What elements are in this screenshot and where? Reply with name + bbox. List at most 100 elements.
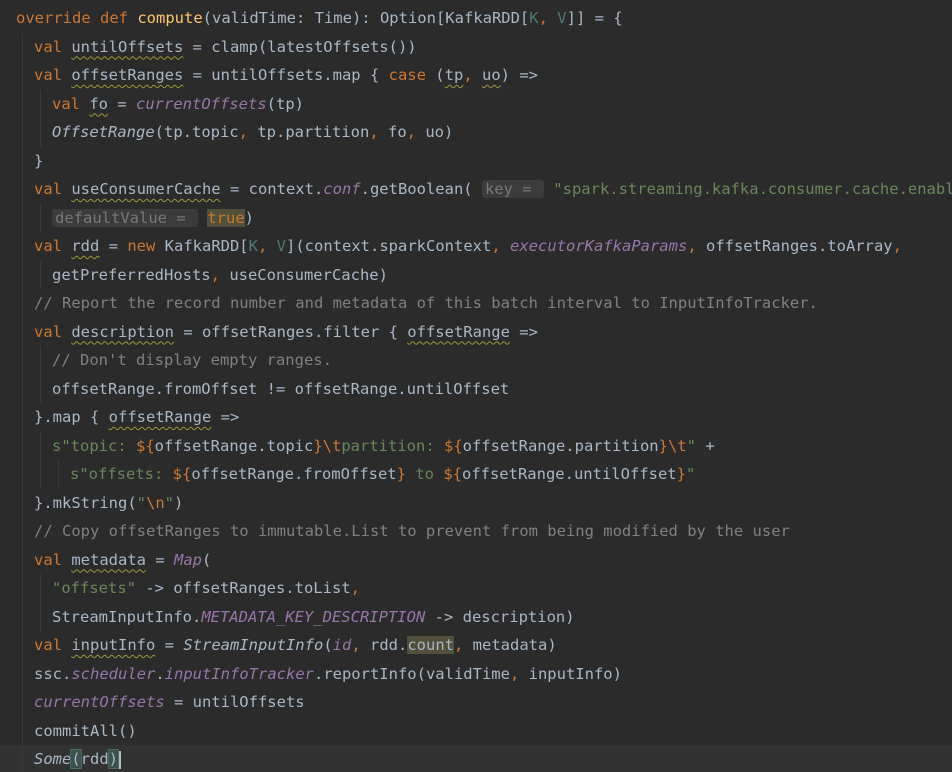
code-editor[interactable]: override def compute(validTime: Time): O… (0, 0, 952, 772)
code-token: => (211, 408, 240, 426)
code-line[interactable]: val untilOffsets = clamp(latestOffsets()… (0, 32, 952, 61)
code-token: StreamInputInfo (183, 636, 324, 654)
code-token: useConsumerCache) (229, 265, 388, 284)
indent-guide (22, 232, 23, 261)
indent-guide (40, 374, 41, 403)
code-token: ]] = { (566, 9, 623, 27)
code-token: ](context.sparkContext (286, 237, 492, 255)
code-token: offsetRange.topic (154, 436, 314, 455)
code-token: , (351, 636, 370, 654)
code-token: , (491, 237, 510, 255)
code-token: = (145, 550, 174, 569)
code-line[interactable]: offsetRange.fromOffset != offsetRange.un… (0, 374, 952, 403)
code-token: s"offsets: (70, 465, 173, 483)
code-line[interactable]: s"topic: ${offsetRange.topic}\tpartition… (0, 431, 952, 460)
code-token: val (34, 37, 72, 56)
code-token: uo (481, 66, 501, 84)
code-line[interactable]: val description = offsetRanges.filter { … (0, 317, 952, 346)
code-line[interactable]: defaultValue = true) (0, 203, 952, 232)
code-token: OffsetRange (52, 123, 155, 141)
indent-guide (22, 602, 23, 631)
indent-guide (22, 716, 23, 745)
code-token: , (687, 237, 706, 255)
code-line[interactable]: val inputInfo = StreamInputInfo(id, rdd.… (0, 631, 952, 660)
code-token: new (127, 237, 165, 255)
indent-guide (22, 346, 23, 375)
code-line[interactable]: s"offsets: ${offsetRange.fromOffset} to … (0, 460, 952, 489)
code-token: .reportInfo(validTime (313, 664, 510, 683)
code-token: tp.partition (257, 123, 370, 141)
code-token: " (136, 493, 146, 512)
code-line[interactable]: Some(rdd) (0, 745, 952, 772)
code-line[interactable]: val fo = currentOffsets(tp) (0, 89, 952, 118)
code-token: METADATA_KEY_DESCRIPTION (201, 607, 426, 626)
code-token: fo (89, 94, 108, 113)
indent-guide (22, 488, 23, 517)
code-line[interactable]: OffsetRange(tp.topic, tp.partition, fo, … (0, 118, 952, 147)
code-line[interactable]: "offsets" -> offsetRanges.toList, (0, 574, 952, 603)
code-line[interactable]: // Report the record number and metadata… (0, 289, 952, 318)
indent-guide (22, 118, 23, 147)
indent-guide (22, 745, 23, 772)
code-line[interactable]: }.mkString("\n") (0, 488, 952, 517)
code-token: ) (107, 749, 120, 769)
code-token: (validTime: Time): Option[KafkaRDD[ (202, 9, 530, 27)
code-token: scheduler (71, 664, 156, 683)
code-token: \n (146, 493, 165, 512)
indent-guide (22, 146, 23, 175)
code-token: \t (667, 436, 687, 455)
indent-guide (22, 403, 23, 432)
code-token: val (52, 94, 90, 113)
code-token: rdd (80, 750, 109, 768)
code-token: . (155, 664, 165, 683)
indent-guide (22, 688, 23, 717)
code-token: , (238, 123, 258, 141)
code-token: tp (444, 66, 464, 84)
indent-guide (22, 659, 23, 688)
code-line[interactable]: // Don't display empty ranges. (0, 346, 952, 375)
code-token: = (108, 94, 136, 113)
indent-guide (22, 175, 23, 204)
code-token: offsetRange (407, 322, 510, 341)
code-line[interactable]: }.map { offsetRange => (0, 403, 952, 432)
code-token: }.mkString( (34, 493, 137, 512)
code-token: untilOffsets (71, 37, 184, 56)
code-line[interactable]: currentOffsets = untilOffsets (0, 688, 952, 717)
code-token: ( (323, 636, 333, 654)
code-token: => (509, 322, 538, 341)
code-token: K (529, 9, 539, 27)
code-token: StreamInputInfo. (52, 607, 202, 626)
code-line[interactable]: override def compute(validTime: Time): O… (0, 4, 952, 33)
code-token: = untilOffsets.map { (183, 66, 389, 84)
code-line[interactable]: val offsetRanges = untilOffsets.map { ca… (0, 61, 952, 90)
code-token: executorKafkaParams (510, 237, 688, 255)
code-line[interactable]: StreamInputInfo.METADATA_KEY_DESCRIPTION… (0, 602, 952, 631)
code-line[interactable]: val rdd = new KafkaRDD[K, V](context.spa… (0, 232, 952, 261)
code-line[interactable]: val metadata = Map( (0, 545, 952, 574)
code-token: ${ (443, 465, 462, 483)
indent-guide (22, 61, 23, 90)
indent-guide (22, 574, 23, 603)
code-token: " (685, 465, 696, 483)
code-token: val (34, 636, 72, 654)
code-token: offsetRange.fromOffset != offsetRange.un… (52, 379, 510, 398)
code-token: rdd (71, 237, 100, 255)
code-token: K (248, 237, 258, 255)
code-line[interactable]: ssc.scheduler.inputInfoTracker.reportInf… (0, 659, 952, 688)
code-token: offsetRanges (71, 66, 184, 84)
indent-guide (22, 374, 23, 403)
indent-guide (22, 545, 23, 574)
code-token: = untilOffsets (164, 693, 305, 711)
code-token: override def (16, 9, 138, 27)
code-token: , (509, 664, 529, 683)
code-line[interactable]: getPreferredHosts, useConsumerCache) (0, 260, 952, 289)
code-line[interactable]: // Copy offsetRanges to immutable.List t… (0, 517, 952, 546)
code-token: } (676, 465, 686, 483)
code-line[interactable]: val useConsumerCache = context.conf.getB… (0, 175, 952, 204)
code-token: , (892, 237, 902, 255)
code-token: ( (201, 550, 212, 569)
code-comment: // Don't display empty ranges. (52, 351, 332, 369)
code-line[interactable]: } (0, 146, 952, 175)
code-line[interactable]: commitAll() (0, 716, 952, 745)
